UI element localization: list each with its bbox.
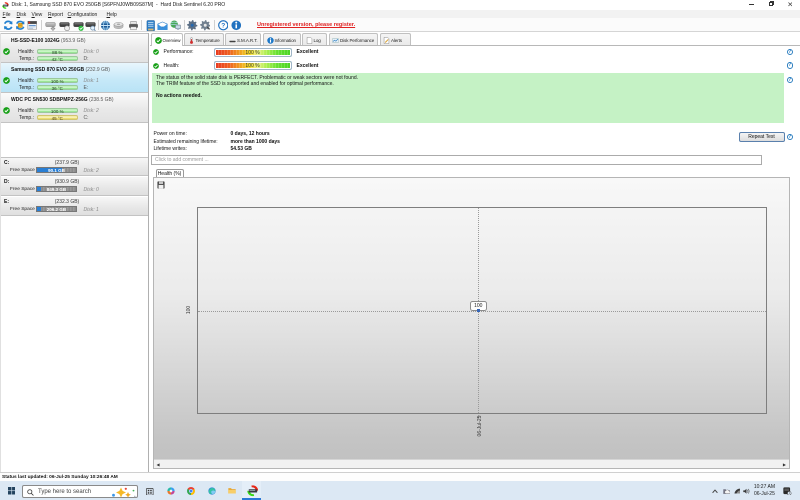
svg-text:?: ?: [221, 23, 225, 30]
